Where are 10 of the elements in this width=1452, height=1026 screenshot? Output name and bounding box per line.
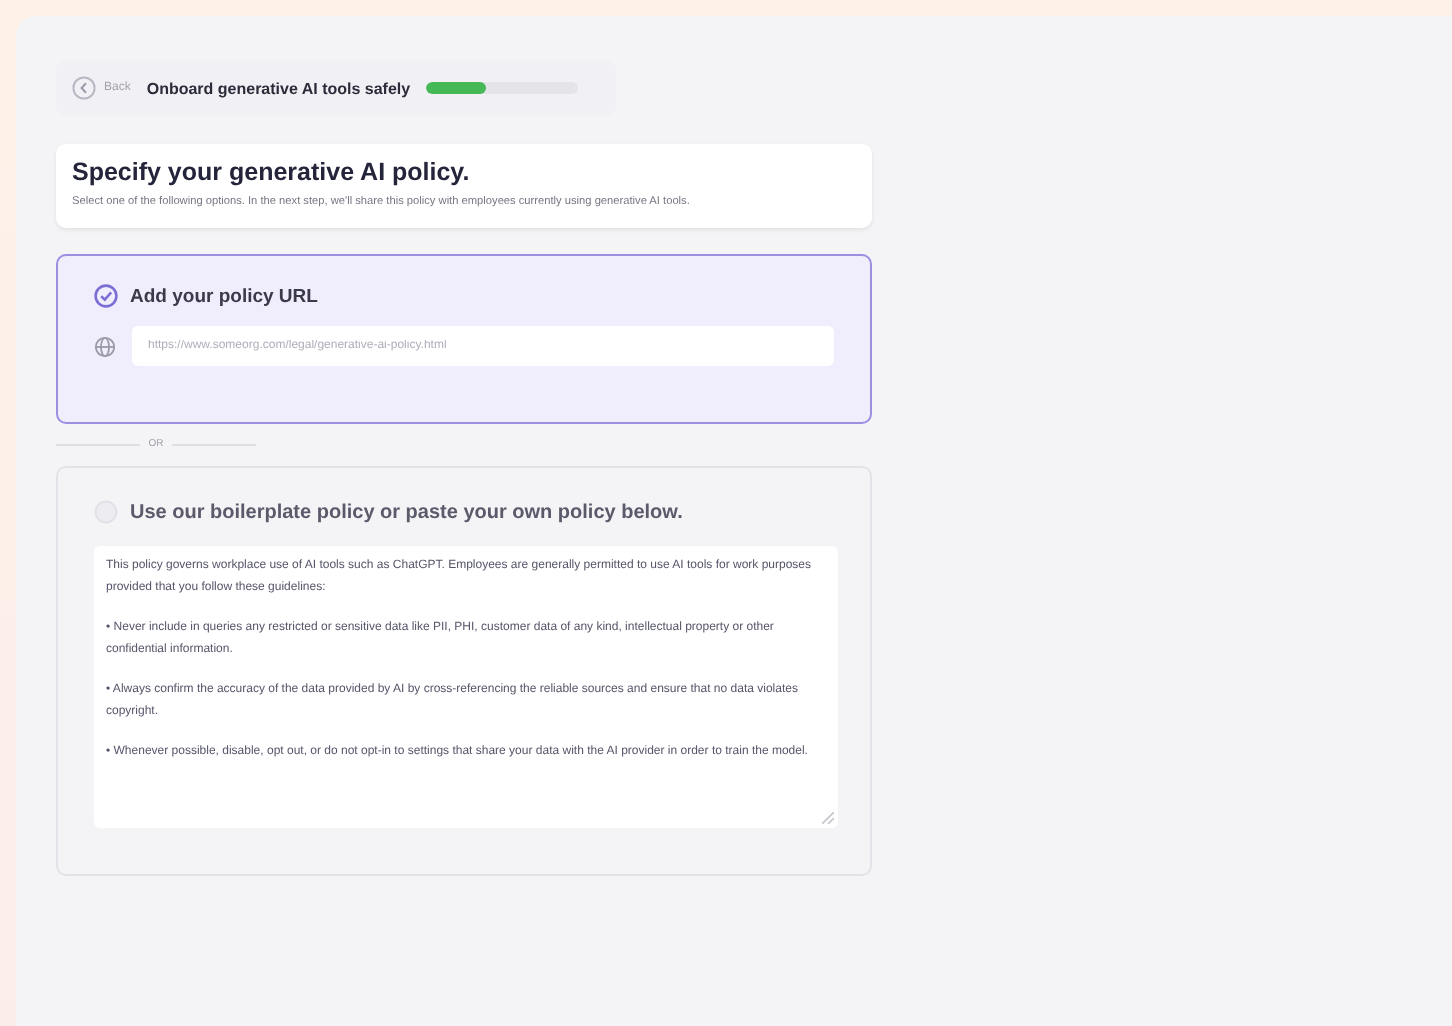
check-circle-icon <box>94 284 118 308</box>
option-label: Add your policy URL <box>130 285 318 307</box>
policy-text-field[interactable] <box>94 546 838 828</box>
back-icon <box>72 76 96 100</box>
section-heading: Specify your generative AI policy. <box>72 158 472 186</box>
resize-handle-icon <box>822 812 834 824</box>
option-card[interactable] <box>56 466 872 876</box>
option-label: Use our boilerplate policy or paste your own policy below. <box>130 501 683 523</box>
globe-icon <box>94 335 116 357</box>
page-title: Onboard generative AI tools safely <box>146 79 411 97</box>
